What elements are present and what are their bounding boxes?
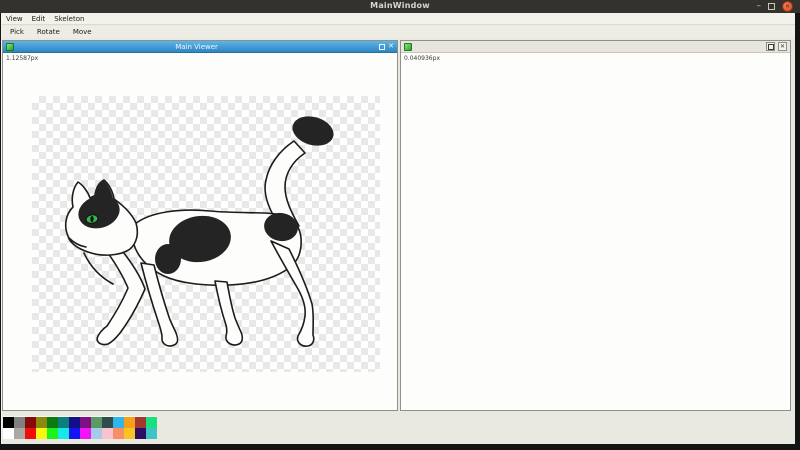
palette-swatch[interactable] <box>135 417 146 428</box>
main-viewer-title: Main Viewer <box>14 43 379 51</box>
palette-swatch[interactable] <box>102 428 113 439</box>
cat-drawing <box>32 96 380 372</box>
viewer-app-icon <box>6 43 14 51</box>
secondary-viewer-canvas[interactable]: 0.040936px <box>401 53 790 410</box>
viewer-close-icon[interactable]: ✕ <box>388 43 394 50</box>
palette-swatch[interactable] <box>124 417 135 428</box>
palette-swatch[interactable] <box>69 417 80 428</box>
transparency-checkerboard[interactable] <box>32 96 380 372</box>
cat-chin-line <box>84 253 113 284</box>
tool-pick[interactable]: Pick <box>10 28 24 36</box>
zoom-readout-right: 0.040936px <box>404 55 440 62</box>
main-viewer-canvas[interactable]: 1.12587px <box>3 53 397 410</box>
cat-hind-leg-front <box>215 281 242 345</box>
palette-swatch[interactable] <box>36 417 47 428</box>
palette-swatch[interactable] <box>124 428 135 439</box>
window-titlebar[interactable]: MainWindow – ✕ <box>0 0 800 13</box>
cat-front-leg-back <box>97 247 145 345</box>
window-title: MainWindow <box>0 1 800 10</box>
palette-swatch[interactable] <box>47 417 58 428</box>
main-viewer-titlebar[interactable]: Main Viewer ✕ <box>3 41 397 53</box>
main-viewer-controls: ✕ <box>379 43 394 50</box>
tool-move[interactable]: Move <box>73 28 92 36</box>
window-controls: – ✕ <box>757 0 794 13</box>
palette-swatch[interactable] <box>146 417 157 428</box>
palette-swatch[interactable] <box>113 417 124 428</box>
viewer-app-icon <box>404 43 412 51</box>
maximize-icon[interactable] <box>768 3 775 10</box>
desktop: MainWindow – ✕ View Edit Skeleton Pick R… <box>0 0 800 450</box>
menu-bar: View Edit Skeleton <box>2 13 795 25</box>
tool-bar: Pick Rotate Move <box>2 26 795 38</box>
palette-swatch[interactable] <box>25 428 36 439</box>
palette-swatch[interactable] <box>80 428 91 439</box>
palette-swatch[interactable] <box>58 417 69 428</box>
secondary-viewer-titlebar[interactable]: ✕ <box>401 41 790 53</box>
palette-swatch[interactable] <box>25 417 36 428</box>
viewer-close-icon[interactable]: ✕ <box>778 42 787 51</box>
menu-skeleton[interactable]: Skeleton <box>54 15 84 23</box>
palette-swatch[interactable] <box>135 428 146 439</box>
secondary-viewer-controls: ✕ <box>766 42 787 51</box>
palette-swatch[interactable] <box>14 417 25 428</box>
app-window: View Edit Skeleton Pick Rotate Move Main… <box>1 13 795 444</box>
palette-swatch[interactable] <box>3 428 14 439</box>
palette-swatch[interactable] <box>102 417 113 428</box>
palette-swatch[interactable] <box>36 428 47 439</box>
menu-view[interactable]: View <box>6 15 23 23</box>
palette-swatch[interactable] <box>113 428 124 439</box>
palette-swatch[interactable] <box>14 428 25 439</box>
palette-swatch[interactable] <box>91 417 102 428</box>
palette-swatch[interactable] <box>69 428 80 439</box>
tool-rotate[interactable]: Rotate <box>37 28 60 36</box>
cat-eye-pupil <box>90 216 93 222</box>
viewer-maximize-icon[interactable] <box>766 42 775 51</box>
palette-swatch[interactable] <box>58 428 69 439</box>
viewer-maximize-icon[interactable] <box>379 44 385 50</box>
palette-swatch[interactable] <box>47 428 58 439</box>
zoom-readout-left: 1.12587px <box>6 55 38 62</box>
mdi-area: Main Viewer ✕ 1.12587px <box>2 39 795 444</box>
palette-swatch[interactable] <box>80 417 91 428</box>
minimize-icon[interactable]: – <box>757 3 762 10</box>
menu-edit[interactable]: Edit <box>32 15 46 23</box>
color-palette <box>3 416 157 439</box>
palette-swatch[interactable] <box>146 428 157 439</box>
secondary-viewer-window: ✕ 0.040936px <box>400 40 791 411</box>
palette-swatch[interactable] <box>91 428 102 439</box>
palette-swatch[interactable] <box>3 417 14 428</box>
cat-chest-patch <box>155 244 181 274</box>
main-viewer-window: Main Viewer ✕ 1.12587px <box>2 40 398 411</box>
close-icon[interactable]: ✕ <box>782 1 793 12</box>
